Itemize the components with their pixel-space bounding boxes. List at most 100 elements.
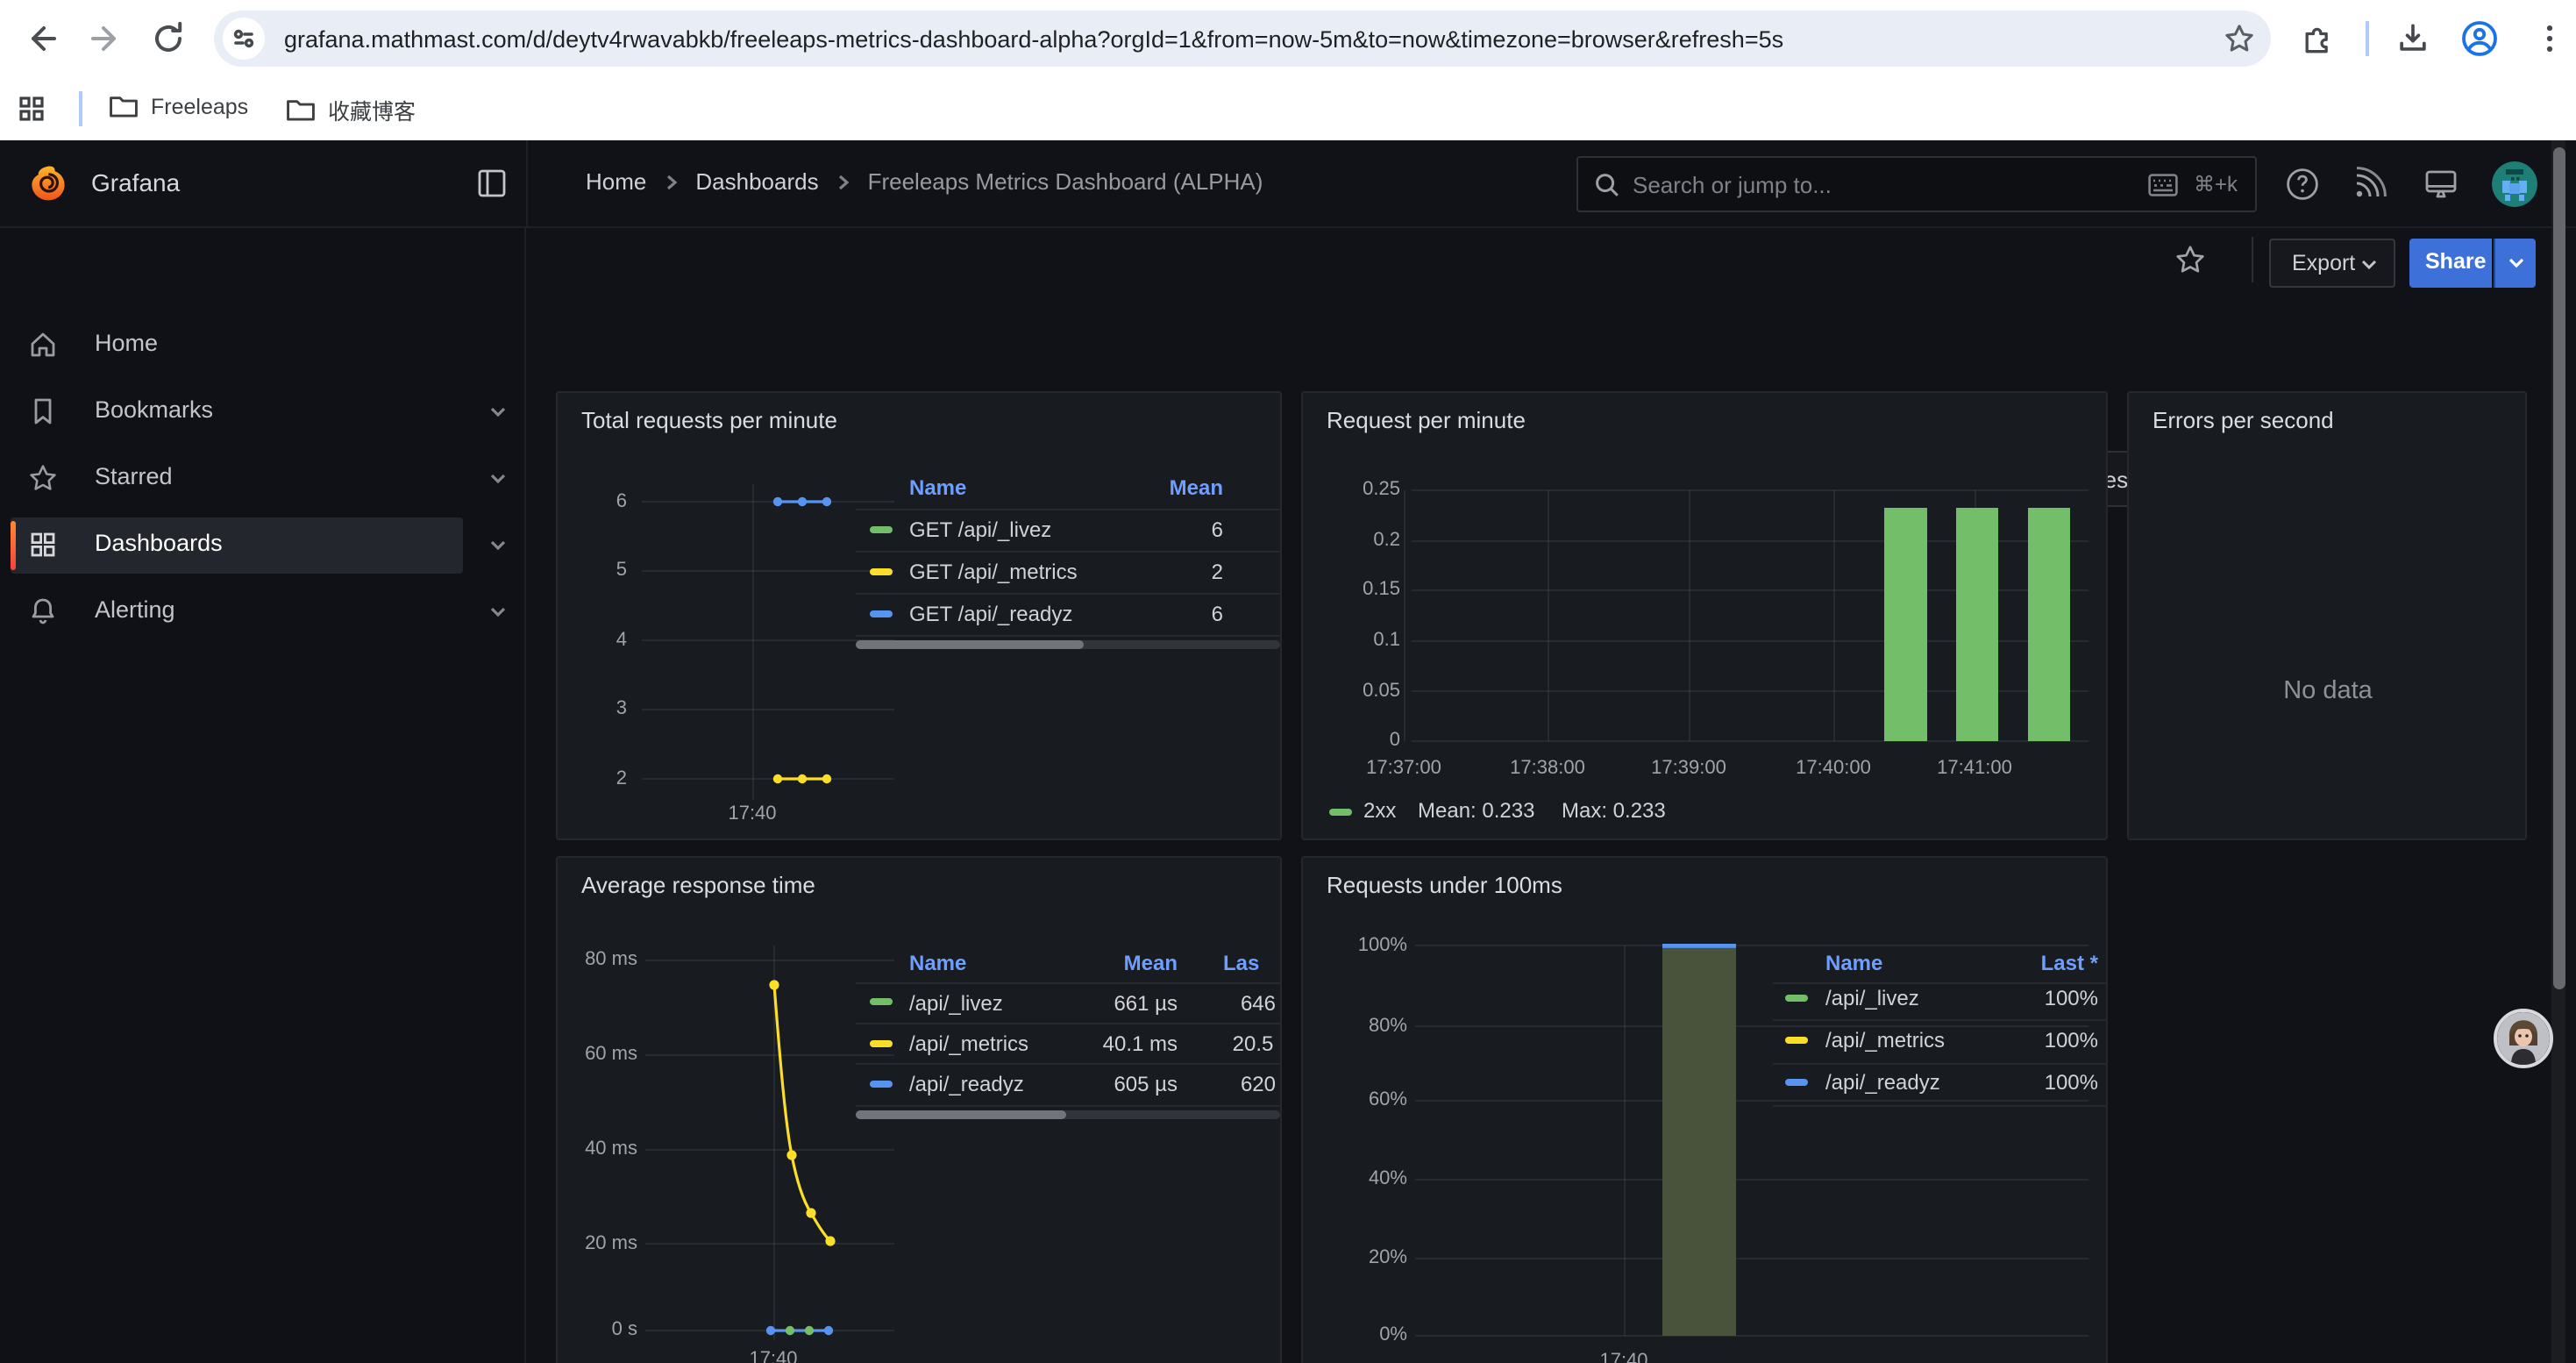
- legend-name[interactable]: GET /api/_readyz: [909, 602, 1072, 626]
- legend-col-last[interactable]: Last *: [1993, 950, 2098, 974]
- legend-series[interactable]: 2xx: [1363, 797, 1396, 822]
- screen: Freeleaps 收藏博客 Grafana: [0, 0, 2576, 1363]
- panel-errors-per-second[interactable]: Errors per second No data: [2126, 390, 2526, 840]
- page-scrollbar-thumb[interactable]: [2552, 147, 2565, 989]
- download-icon[interactable]: [2394, 19, 2432, 58]
- keyboard-icon: [2148, 174, 2178, 196]
- series-color-readyz[interactable]: [869, 1080, 892, 1087]
- sidebar-item-dashboards[interactable]: Dashboards: [0, 517, 526, 574]
- legend-mean: Mean: 0.233: [1418, 797, 1534, 822]
- breadcrumb-home[interactable]: Home: [586, 168, 646, 195]
- bookmark-folder-blogs[interactable]: 收藏博客: [286, 93, 416, 126]
- legend-name[interactable]: GET /api/_livez: [909, 517, 1051, 541]
- legend-col-name[interactable]: Name: [909, 475, 966, 499]
- bookmark-star-icon[interactable]: [2222, 21, 2257, 56]
- y-tick: 80 ms: [571, 949, 637, 970]
- sidebar-item-label: Starred: [95, 463, 173, 489]
- legend-name[interactable]: /api/_livez: [1825, 985, 1919, 1010]
- legend-name[interactable]: /api/_metrics: [909, 1031, 1028, 1056]
- legend-col-name[interactable]: Name: [1825, 950, 1882, 974]
- rss-news-icon[interactable]: [2352, 167, 2387, 202]
- legend-name[interactable]: /api/_livez: [909, 990, 1003, 1015]
- chevron-down-icon: [2360, 258, 2378, 272]
- series-color-readyz[interactable]: [1784, 1079, 1807, 1086]
- reload-icon[interactable]: [147, 18, 189, 60]
- legend-scrollbar-thumb[interactable]: [855, 639, 1083, 648]
- legend-name[interactable]: /api/_readyz: [1825, 1070, 1940, 1095]
- browser-menu-icon[interactable]: [2530, 19, 2569, 58]
- floating-avatar[interactable]: [2494, 1009, 2553, 1068]
- sidebar-item-alerting[interactable]: Alerting: [0, 584, 526, 640]
- url-input[interactable]: [284, 11, 2038, 67]
- bookmark-icon: [28, 396, 58, 426]
- sidebar-item-home[interactable]: Home: [0, 318, 526, 374]
- chevron-down-icon[interactable]: [487, 402, 509, 423]
- legend-name[interactable]: /api/_metrics: [1825, 1027, 1945, 1052]
- y-tick: 0.25: [1330, 479, 1400, 500]
- panel-requests-under-100ms[interactable]: Requests under 100ms 100% 80% 60% 40% 20…: [1300, 855, 2108, 1363]
- sidebar-item-bookmarks[interactable]: Bookmarks: [0, 384, 526, 440]
- sidebar-item-starred[interactable]: Starred: [0, 451, 526, 507]
- legend-name[interactable]: GET /api/_metrics: [909, 560, 1078, 584]
- breadcrumb-dashboards[interactable]: Dashboards: [695, 168, 818, 195]
- grafana-logo[interactable]: [30, 165, 67, 202]
- profile-icon[interactable]: [2459, 18, 2501, 60]
- series-color-metrics[interactable]: [869, 568, 892, 575]
- legend-last: 100%: [1993, 1070, 2098, 1095]
- share-menu-button[interactable]: [2494, 239, 2536, 288]
- y-tick: 0: [1330, 730, 1400, 751]
- search-input[interactable]: Search or jump to... ⌘+k: [1576, 156, 2257, 212]
- share-button[interactable]: Share: [2409, 239, 2492, 288]
- series-color-livez[interactable]: [1784, 994, 1807, 1001]
- chevron-down-icon[interactable]: [487, 602, 509, 623]
- legend-col-name[interactable]: Name: [909, 950, 966, 974]
- legend-col-last[interactable]: Las: [1223, 950, 1259, 974]
- back-icon[interactable]: [21, 18, 63, 60]
- x-tick: 17:40: [749, 1348, 797, 1363]
- legend-mean: 2: [1118, 560, 1223, 584]
- chevron-right-icon: [662, 173, 680, 190]
- panel-avg-response-time[interactable]: Average response time 80 ms 60 ms 40 ms …: [555, 855, 1282, 1363]
- chevron-down-icon[interactable]: [487, 535, 509, 556]
- address-bar[interactable]: [214, 11, 2271, 67]
- bookmarks-divider: [79, 91, 82, 126]
- sidebar-toggle-icon[interactable]: [477, 168, 507, 198]
- folder-icon: [286, 96, 316, 123]
- export-button[interactable]: Export: [2269, 239, 2395, 288]
- legend-max: Max: 0.233: [1562, 797, 1666, 822]
- apps-grid-icon[interactable]: [18, 95, 46, 123]
- panel-title: Errors per second: [2153, 406, 2334, 432]
- user-avatar[interactable]: [2492, 161, 2537, 207]
- site-settings-icon[interactable]: [223, 18, 265, 60]
- legend-col-mean[interactable]: Mean: [1072, 950, 1178, 974]
- series-color-2xx[interactable]: [1328, 808, 1351, 815]
- favorite-star-icon[interactable]: [2174, 244, 2206, 275]
- search-shortcut: ⌘+k: [2194, 172, 2238, 196]
- series-color-livez[interactable]: [869, 525, 892, 532]
- legend-scrollbar-thumb[interactable]: [855, 1110, 1065, 1118]
- bookmark-folder-freeleaps[interactable]: Freeleaps: [109, 93, 248, 119]
- no-data-message: No data: [2128, 676, 2526, 704]
- y-tick: 100%: [1334, 934, 1407, 955]
- y-tick: 60%: [1334, 1089, 1407, 1110]
- legend-col-mean[interactable]: Mean: [1118, 475, 1223, 499]
- dashboards-grid-icon: [28, 530, 58, 560]
- series-color-metrics[interactable]: [869, 1039, 892, 1046]
- share-label: Share: [2425, 249, 2487, 274]
- extensions-icon[interactable]: [2299, 19, 2338, 58]
- series-color-metrics[interactable]: [1784, 1036, 1807, 1043]
- y-tick: 0.05: [1330, 680, 1400, 701]
- panel-request-per-minute[interactable]: Request per minute 0.25 0.2 0.15 0.1 0.0…: [1300, 390, 2108, 840]
- legend-mean: 605 µs: [1072, 1072, 1178, 1096]
- y-tick: 6: [592, 490, 627, 511]
- series-color-readyz[interactable]: [869, 610, 892, 617]
- chevron-down-icon[interactable]: [487, 468, 509, 489]
- legend-name[interactable]: /api/_readyz: [909, 1072, 1024, 1096]
- legend-mean: 661 µs: [1072, 990, 1178, 1015]
- bell-icon: [28, 596, 58, 626]
- forward-icon[interactable]: [84, 18, 126, 60]
- panel-total-requests[interactable]: Total requests per minute 6 5 4 3 2 17:4…: [555, 390, 1282, 840]
- kiosk-monitor-icon[interactable]: [2423, 167, 2459, 202]
- series-color-livez[interactable]: [869, 998, 892, 1005]
- help-icon[interactable]: [2285, 167, 2320, 202]
